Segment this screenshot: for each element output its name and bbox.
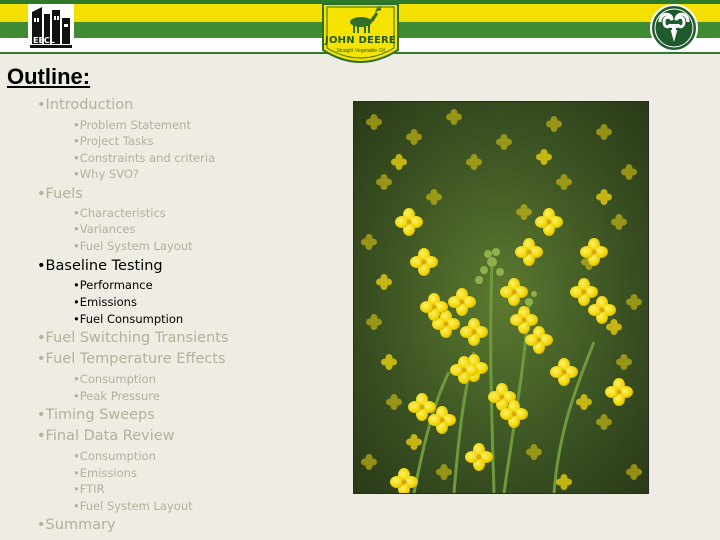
- outline-item: •Final Data Review: [37, 428, 175, 444]
- outline-subitem: •Problem Statement: [73, 118, 191, 132]
- outline-subitem: •Why SVO?: [73, 167, 140, 181]
- outline-subitem: •Peak Pressure: [73, 389, 160, 403]
- outline-item: •Fuel Temperature Effects: [37, 351, 226, 367]
- outline-item: •Summary: [37, 517, 116, 533]
- outline-subitem-current: •Fuel Consumption: [73, 312, 184, 326]
- outline-item: •Fuel Switching Transients: [37, 330, 229, 346]
- outline-subitem: •Fuel System Layout: [73, 499, 193, 513]
- outline-item: •Timing Sweeps: [37, 407, 155, 423]
- outline-list: •Introduction •Problem Statement •Projec…: [0, 0, 340, 540]
- csu-ram-logo: [650, 4, 698, 52]
- outline-subitem-current: •Emissions: [73, 295, 137, 309]
- outline-subitem: •Consumption: [73, 372, 156, 386]
- outline-subitem: •Fuel System Layout: [73, 239, 193, 253]
- outline-subitem: •Consumption: [73, 449, 156, 463]
- outline-subitem: •Project Tasks: [73, 134, 154, 148]
- outline-subitem: •FTIR: [73, 482, 105, 496]
- ram-icon: [650, 4, 698, 52]
- outline-subitem: •Emissions: [73, 466, 137, 480]
- outline-subitem: •Constraints and criteria: [73, 151, 216, 165]
- canola-flowers-photo: [353, 101, 649, 494]
- outline-item: •Introduction: [37, 97, 134, 113]
- outline-item-current: •Baseline Testing: [37, 258, 163, 274]
- outline-subitem: •Variances: [73, 222, 136, 236]
- outline-subitem: •Characteristics: [73, 206, 166, 220]
- flower-image: [354, 102, 648, 493]
- outline-item: •Fuels: [37, 186, 83, 202]
- outline-subitem-current: •Performance: [73, 278, 153, 292]
